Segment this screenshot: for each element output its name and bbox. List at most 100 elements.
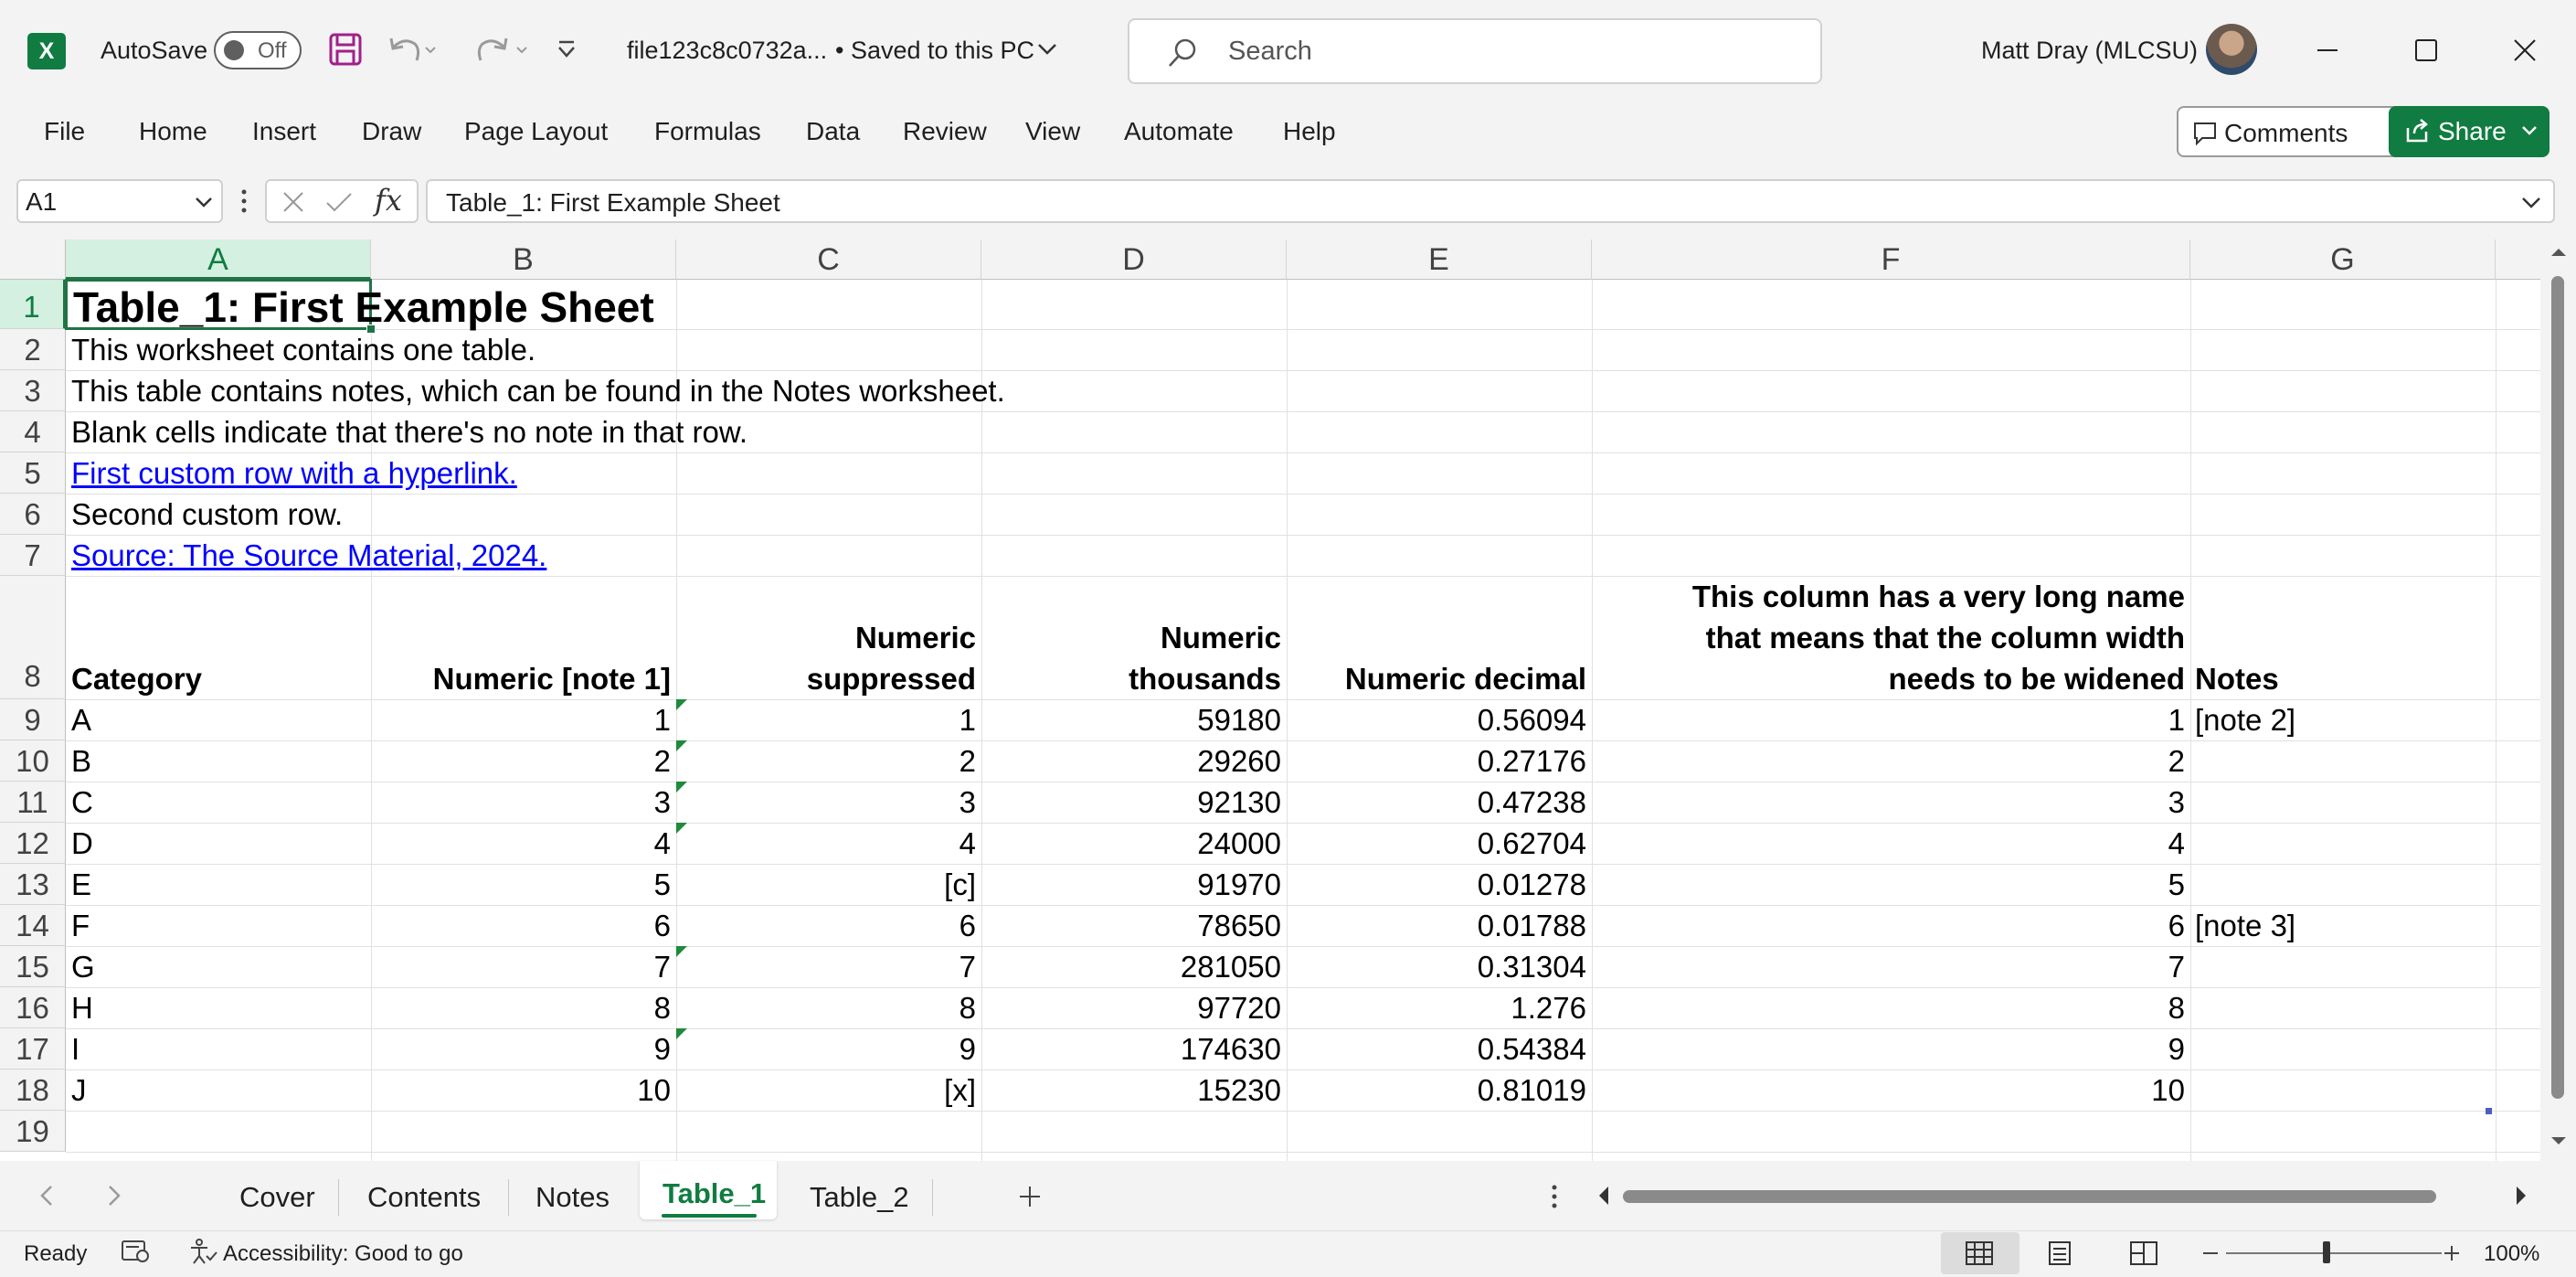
row-header-7[interactable]: 7 [0,535,66,576]
redo-icon[interactable] [468,31,532,72]
column-header-c[interactable]: C [676,239,981,280]
table-cell-decimal[interactable]: 0.62704 [1287,825,1586,863]
header-notes[interactable]: Notes [2195,660,2279,698]
table-cell-decimal[interactable]: 0.27176 [1287,742,1586,781]
zoom-in-icon[interactable] [2442,1243,2462,1268]
description-line[interactable]: Second custom row. [71,495,343,534]
sheet-tab-table-2[interactable]: Table_2 [810,1181,909,1214]
save-status[interactable]: • Saved to this PC [835,37,1034,65]
macro-icon[interactable] [121,1238,152,1270]
customize-qat-icon[interactable] [554,37,579,67]
zoom-slider-thumb[interactable] [2323,1241,2330,1263]
add-sheet-icon[interactable] [1016,1183,1044,1215]
table-cell-numeric[interactable]: 7 [371,948,671,986]
row-header-4[interactable]: 4 [0,411,66,452]
column-header-f[interactable]: F [1592,239,2190,280]
number-stored-as-text-indicator[interactable] [676,946,687,957]
search-box[interactable]: Search [1128,18,1822,84]
select-all-corner[interactable] [0,239,66,280]
worksheet-grid[interactable]: A B C D E F G 1 2 3 4 5 6 7 8 9 10 11 12… [0,239,2540,1161]
column-header-d[interactable]: D [981,239,1287,280]
table-cell-long[interactable]: 4 [1592,825,2185,863]
table-cell-long[interactable]: 2 [1592,742,2185,781]
chevron-down-icon[interactable] [2520,194,2542,215]
row-header-5[interactable]: 5 [0,452,66,494]
table-resize-handle[interactable] [2486,1108,2492,1114]
table-cell-thousands[interactable]: 29260 [981,742,1281,781]
row-header-17[interactable]: 17 [0,1028,66,1069]
number-stored-as-text-indicator[interactable] [676,782,687,793]
row-header-10[interactable]: 10 [0,740,66,782]
table-cell-category[interactable]: E [71,866,364,904]
table-cell-decimal[interactable]: 1.276 [1287,989,1586,1027]
chevron-down-icon[interactable] [2520,122,2539,144]
table-cell-thousands[interactable]: 174630 [981,1030,1281,1069]
table-cell-thousands[interactable]: 281050 [981,948,1281,986]
name-box[interactable]: A1 [16,179,223,223]
sheet-tab-contents[interactable]: Contents [367,1181,481,1214]
more-icon[interactable] [1550,1183,1559,1215]
page-break-icon[interactable] [2129,1240,2158,1272]
table-cell-decimal[interactable]: 0.54384 [1287,1030,1586,1069]
row-header-15[interactable]: 15 [0,946,66,987]
table-cell-numeric[interactable]: 6 [371,907,671,945]
table-cell-suppressed[interactable]: 8 [676,989,976,1027]
sheet-tab-notes[interactable]: Notes [535,1181,610,1214]
number-stored-as-text-indicator[interactable] [676,1028,687,1039]
table-cell-decimal[interactable]: 0.31304 [1287,948,1586,986]
header-long-line[interactable]: that means that the column width [1592,619,2185,657]
table-cell-long[interactable]: 7 [1592,948,2185,986]
table-cell-numeric[interactable]: 4 [371,825,671,863]
normal-view-icon[interactable] [1965,1240,1994,1272]
cancel-icon[interactable] [280,188,307,220]
chevron-left-icon[interactable] [37,1183,58,1213]
row-header-12[interactable]: 12 [0,823,66,864]
sheet-tab-table-1[interactable]: Table_1 [663,1177,766,1210]
header-long-line[interactable]: This column has a very long name [1592,578,2185,616]
user-name[interactable]: Matt Dray (MLCSU) [1981,37,2198,65]
share-button[interactable]: Share [2389,106,2549,157]
table-cell-long[interactable]: 8 [1592,989,2185,1027]
row-header-18[interactable]: 18 [0,1069,66,1111]
table-cell-suppressed[interactable]: 7 [676,948,976,986]
column-header-e[interactable]: E [1287,239,1592,280]
undo-icon[interactable] [384,31,439,72]
vertical-scrollbar[interactable] [2540,239,2576,1161]
column-header-h[interactable] [2496,239,2540,280]
row-header-8[interactable]: 8 [0,576,66,699]
column-header-a[interactable]: A [66,239,371,280]
scroll-down-icon[interactable] [2549,1133,2568,1153]
row-header-9[interactable]: 9 [0,699,66,740]
table-cell-long[interactable]: 1 [1592,701,2185,740]
header-category[interactable]: Category [71,660,202,698]
tab-page-layout[interactable]: Page Layout [464,117,608,146]
table-cell-category[interactable]: H [71,989,364,1027]
page-layout-icon[interactable] [2045,1240,2074,1272]
row-header-3[interactable]: 3 [0,370,66,411]
table-cell-suppressed[interactable]: 4 [676,825,976,863]
table-cell-notes[interactable]: [note 3] [2195,907,2487,945]
table-cell-decimal[interactable]: 0.81019 [1287,1071,1586,1110]
function-icon[interactable]: fx [375,183,402,218]
table-cell-thousands[interactable]: 97720 [981,989,1281,1027]
column-header-g[interactable]: G [2190,239,2496,280]
row-header-2[interactable]: 2 [0,329,66,370]
file-name[interactable]: file123c8c0732a... [627,37,827,65]
table-cell-numeric[interactable]: 1 [371,701,671,740]
header-thousands-line[interactable]: thousands [981,660,1281,698]
scroll-up-icon[interactable] [2549,245,2568,264]
autosave-toggle[interactable]: Off [214,31,302,69]
table-cell-notes[interactable]: [note 2] [2195,701,2487,740]
enter-icon[interactable] [323,188,355,220]
chevron-down-icon[interactable] [1036,40,1058,63]
tab-view[interactable]: View [1025,117,1080,146]
table-cell-thousands[interactable]: 78650 [981,907,1281,945]
table-cell-suppressed[interactable]: 6 [676,907,976,945]
accessibility-icon[interactable] [188,1238,219,1270]
header-suppressed-line[interactable]: suppressed [676,660,976,698]
table-cell-thousands[interactable]: 15230 [981,1071,1281,1110]
table-cell-category[interactable]: G [71,948,364,986]
row-header-16[interactable]: 16 [0,987,66,1028]
row-header-19[interactable]: 19 [0,1111,66,1152]
tab-formulas[interactable]: Formulas [654,117,761,146]
